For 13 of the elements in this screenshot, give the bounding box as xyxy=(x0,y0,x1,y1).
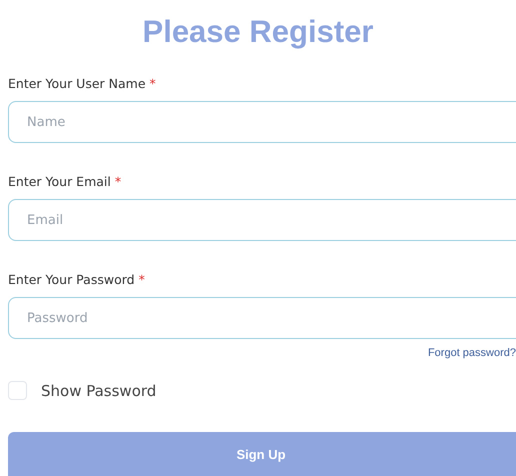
checkbox[interactable] xyxy=(8,381,27,400)
forgot-password-link[interactable]: Forgot password? xyxy=(428,347,516,359)
input-field[interactable]: Password xyxy=(8,297,516,339)
input-field[interactable]: Email xyxy=(8,199,516,241)
required-mark: * xyxy=(138,271,145,289)
checkbox-label: Show Password xyxy=(41,382,156,400)
required-mark: * xyxy=(150,75,156,93)
required-mark: * xyxy=(114,173,122,191)
input-field[interactable]: Name xyxy=(8,101,516,143)
field-label: Enter Your User Name xyxy=(8,75,146,93)
field-label: Enter Your Password xyxy=(8,271,135,289)
form-title: Please Register xyxy=(142,13,374,51)
field-label: Enter Your Email xyxy=(8,173,111,191)
